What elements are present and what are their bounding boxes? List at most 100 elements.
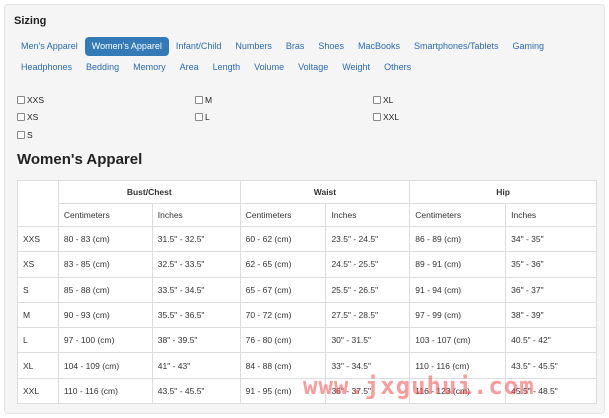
table-unit-header: Centimeters Inches Centimeters Inches Ce… <box>18 203 597 227</box>
unit-header: Inches <box>505 203 597 227</box>
unit-header: Inches <box>325 203 411 227</box>
table-row: XL 104 - 109 (cm) 41" - 43" 84 - 88 (cm)… <box>17 352 597 379</box>
tab-bras[interactable]: Bras <box>279 37 312 56</box>
checkbox[interactable] <box>373 95 381 104</box>
table-cell: 65 - 67 (cm) <box>239 276 327 303</box>
table-cell: 116 - 123 (cm) <box>409 377 507 405</box>
category-tabs: Men's Apparel Women's Apparel Infant/Chi… <box>14 37 598 79</box>
table-cell: 27.5" - 28.5" <box>325 301 411 329</box>
table-row: XS 83 - 85 (cm) 32.5" - 33.5" 62 - 65 (c… <box>17 251 597 278</box>
table-cell: 80 - 83 (cm) <box>57 225 153 253</box>
tab-weight[interactable]: Weight <box>335 58 377 77</box>
tab-length[interactable]: Length <box>206 58 248 77</box>
table-cell: 91 - 95 (cm) <box>239 377 327 405</box>
tab-shoes[interactable]: Shoes <box>311 37 351 56</box>
table-cell: 35.5" - 36.5" <box>151 301 241 329</box>
table-cell: 97 - 99 (cm) <box>409 301 507 329</box>
size-filter-s[interactable]: S <box>17 126 195 144</box>
tab-bedding[interactable]: Bedding <box>79 58 126 77</box>
table-cell: 24.5" - 25.5" <box>325 251 411 278</box>
tab-mens-apparel[interactable]: Men's Apparel <box>14 37 85 56</box>
table-group-header: Bust/Chest Waist Hip <box>17 180 597 227</box>
size-filter-label: XXS <box>27 94 45 105</box>
table-cell: 103 - 107 (cm) <box>409 327 507 354</box>
checkbox[interactable] <box>195 113 203 122</box>
group-header-bust-chest: Bust/Chest <box>57 180 241 204</box>
table-cell: 34" - 35" <box>505 225 597 253</box>
checkbox[interactable] <box>17 95 25 104</box>
tab-infant-child[interactable]: Infant/Child <box>169 37 229 56</box>
size-filter-xs[interactable]: XS <box>17 109 195 127</box>
table-cell: 25.5" - 26.5" <box>325 276 411 303</box>
category-tabs-row-1: Men's Apparel Women's Apparel Infant/Chi… <box>14 37 598 56</box>
size-cell: L <box>17 327 59 354</box>
size-cell: XL <box>17 352 59 379</box>
table-cell: 110 - 116 (cm) <box>57 377 153 405</box>
table-cell: 33.5" - 34.5" <box>151 276 241 303</box>
unit-header: Centimeters <box>409 203 507 227</box>
tab-volume[interactable]: Volume <box>247 58 291 77</box>
table-cell: 45.5" - 48.5" <box>505 377 597 405</box>
table-cell: 89 - 91 (cm) <box>409 251 507 278</box>
table-cell: 110 - 116 (cm) <box>409 352 507 379</box>
size-filter-xxs[interactable]: XXS <box>17 91 195 109</box>
size-filter-label: M <box>205 94 213 105</box>
size-filter-label: XXL <box>383 112 400 123</box>
size-filter-m[interactable]: M <box>195 91 373 109</box>
size-filter-xl[interactable]: XL <box>373 91 551 109</box>
table-cell: 31.5" - 32.5" <box>151 225 241 253</box>
size-cell: XS <box>17 251 59 278</box>
table-cell: 60 - 62 (cm) <box>239 225 327 253</box>
size-column-header <box>17 180 59 227</box>
tab-gaming[interactable]: Gaming <box>506 37 552 56</box>
size-filter-label: XL <box>383 94 394 105</box>
table-cell: 35" - 36" <box>505 251 597 278</box>
table-cell: 36" - 37" <box>505 276 597 303</box>
table-cell: 90 - 93 (cm) <box>57 301 153 329</box>
table-row: S 85 - 88 (cm) 33.5" - 34.5" 65 - 67 (cm… <box>17 276 597 303</box>
size-filter-label: XS <box>27 112 39 123</box>
tab-memory[interactable]: Memory <box>126 58 173 77</box>
sizing-heading: Sizing <box>14 15 47 27</box>
unit-header: Centimeters <box>57 203 153 227</box>
table-cell: 43.5" - 45.5" <box>151 377 241 405</box>
table-cell: 38" - 39" <box>505 301 597 329</box>
checkbox[interactable] <box>373 113 381 122</box>
table-cell: 86 - 89 (cm) <box>409 225 507 253</box>
tab-area[interactable]: Area <box>173 58 206 77</box>
tab-womens-apparel[interactable]: Women's Apparel <box>84 37 169 56</box>
unit-header: Inches <box>151 203 241 227</box>
table-cell: 33" - 34.5" <box>325 352 411 379</box>
table-cell: 32.5" - 33.5" <box>151 251 241 278</box>
table-cell: 84 - 88 (cm) <box>239 352 327 379</box>
tab-numbers[interactable]: Numbers <box>228 37 279 56</box>
size-chart-title: Women's Apparel <box>17 151 143 168</box>
table-cell: 38" - 39.5" <box>151 327 241 354</box>
size-chart-table: Bust/Chest Waist Hip Centimeters Inches … <box>17 180 597 405</box>
size-cell: XXS <box>17 225 59 253</box>
tab-others[interactable]: Others <box>377 58 418 77</box>
checkbox[interactable] <box>17 130 25 139</box>
table-cell: 70 - 72 (cm) <box>239 301 327 329</box>
table-cell: 36" - 37.5" <box>325 377 411 405</box>
category-tabs-row-2: Headphones Bedding Memory Area Length Vo… <box>14 58 598 77</box>
checkbox[interactable] <box>195 95 203 104</box>
tab-smartphones-tablets[interactable]: Smartphones/Tablets <box>407 37 506 56</box>
table-row: XXL 110 - 116 (cm) 43.5" - 45.5" 91 - 95… <box>17 377 597 405</box>
table-cell: 23.5" - 24.5" <box>325 225 411 253</box>
table-cell: 104 - 109 (cm) <box>57 352 153 379</box>
table-cell: 76 - 80 (cm) <box>239 327 327 354</box>
table-cell: 43.5" - 45.5" <box>505 352 597 379</box>
size-filter-label: L <box>205 112 210 123</box>
table-cell: 62 - 65 (cm) <box>239 251 327 278</box>
size-filter-l[interactable]: L <box>195 109 373 127</box>
table-row: XXS 80 - 83 (cm) 31.5" - 32.5" 60 - 62 (… <box>17 225 597 253</box>
tab-macbooks[interactable]: MacBooks <box>351 37 407 56</box>
unit-header: Centimeters <box>239 203 327 227</box>
group-header-waist: Waist <box>239 180 411 204</box>
size-cell: XXL <box>17 377 59 405</box>
tab-headphones[interactable]: Headphones <box>14 58 79 77</box>
tab-voltage[interactable]: Voltage <box>291 58 335 77</box>
checkbox[interactable] <box>17 113 25 122</box>
size-filter-xxl[interactable]: XXL <box>373 109 551 127</box>
